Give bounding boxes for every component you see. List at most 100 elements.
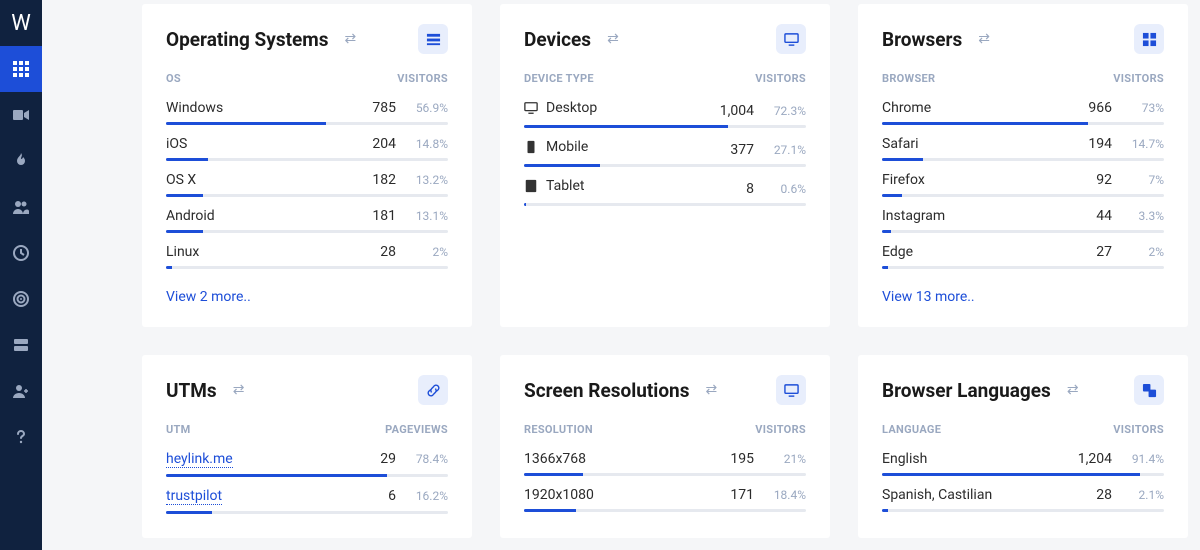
- table-row: Android18113.1%: [166, 199, 448, 235]
- col-value: PAGEVIEWS: [385, 423, 448, 436]
- resolutions-icon-badge[interactable]: [776, 375, 806, 405]
- row-label: Instagram: [882, 208, 1056, 224]
- table-row: Chrome96673%: [882, 91, 1164, 127]
- row-value: 1,004: [706, 103, 754, 119]
- swap-icon[interactable]: ⇄: [607, 31, 617, 47]
- card-title: UTMs: [166, 379, 217, 402]
- card-devices: Devices ⇄ DEVICE TYPE VISITORS Desktop1,…: [500, 4, 830, 327]
- row-label: Desktop: [546, 100, 698, 116]
- fire-icon: [13, 153, 29, 169]
- row-value: 377: [706, 142, 754, 158]
- devices-icon-badge[interactable]: [776, 24, 806, 54]
- progress-bar: [166, 266, 448, 269]
- row-label: Linux: [166, 244, 340, 260]
- row-value: 6: [348, 488, 396, 504]
- row-label: 1920x1080: [524, 487, 698, 503]
- row-percent: 14.8%: [404, 137, 448, 151]
- windows-icon: [1142, 32, 1157, 47]
- os-icon-badge[interactable]: [418, 24, 448, 54]
- row-label[interactable]: trustpilot: [166, 488, 222, 505]
- server-icon: [13, 337, 29, 353]
- card-resolutions: Screen Resolutions ⇄ RESOLUTION VISITORS…: [500, 355, 830, 538]
- swap-icon[interactable]: ⇄: [705, 382, 715, 398]
- row-percent: 16.2%: [404, 489, 448, 503]
- sidebar: W: [0, 0, 42, 550]
- progress-bar: [524, 509, 806, 512]
- rows-container: Windows78556.9%iOS20414.8%OS X18213.2%An…: [166, 91, 448, 271]
- sidebar-item-fire[interactable]: [0, 138, 42, 184]
- browsers-icon-badge[interactable]: [1134, 24, 1164, 54]
- sidebar-item-target[interactable]: [0, 276, 42, 322]
- progress-bar: [524, 164, 806, 167]
- sidebar-item-users[interactable]: [0, 184, 42, 230]
- progress-bar: [882, 473, 1164, 476]
- swap-icon[interactable]: ⇄: [978, 31, 988, 47]
- utm-icon-badge[interactable]: [418, 375, 448, 405]
- user-add-icon: [13, 383, 29, 399]
- swap-icon[interactable]: ⇄: [344, 31, 354, 47]
- col-label: DEVICE TYPE: [524, 72, 594, 85]
- card-title: Browser Languages: [882, 379, 1051, 402]
- table-row: OS X18213.2%: [166, 163, 448, 199]
- card-operating-systems: Operating Systems ⇄ OS VISITORS Windows7…: [142, 4, 472, 327]
- table-row: 1366x76819521%: [524, 442, 806, 478]
- table-row: Desktop 1,004 72.3%: [524, 91, 806, 130]
- row-label: iOS: [166, 136, 340, 152]
- card-title: Devices: [524, 28, 591, 51]
- row-percent: 3.3%: [1120, 209, 1164, 223]
- translate-icon: [1142, 383, 1157, 398]
- row-label: 1366x768: [524, 451, 698, 467]
- sidebar-item-dashboard[interactable]: [0, 46, 42, 92]
- progress-bar: [166, 122, 448, 125]
- sidebar-item-user-add[interactable]: [0, 368, 42, 414]
- users-icon: [13, 199, 29, 215]
- row-value: 966: [1064, 100, 1112, 116]
- swap-icon[interactable]: ⇄: [1067, 382, 1077, 398]
- card-languages: Browser Languages ⇄ LANGUAGE VISITORS En…: [858, 355, 1188, 538]
- rows-container: English1,20491.4%Spanish, Castilian282.1…: [882, 442, 1164, 514]
- row-label: Firefox: [882, 172, 1056, 188]
- clock-icon: [13, 245, 29, 261]
- view-more-link[interactable]: View 2 more..: [166, 289, 448, 305]
- desktop-icon: [784, 32, 799, 47]
- row-label: Safari: [882, 136, 1056, 152]
- table-row: 1920x108017118.4%: [524, 478, 806, 514]
- col-label: UTM: [166, 423, 191, 436]
- sidebar-item-server[interactable]: [0, 322, 42, 368]
- row-percent: 2.1%: [1120, 488, 1164, 502]
- col-label: RESOLUTION: [524, 423, 593, 436]
- rows-container: Chrome96673%Safari19414.7%Firefox927%Ins…: [882, 91, 1164, 271]
- monitor-icon: [784, 383, 799, 398]
- row-percent: 7%: [1120, 173, 1164, 187]
- progress-bar: [166, 194, 448, 197]
- row-label: OS X: [166, 172, 340, 188]
- row-value: 28: [348, 244, 396, 260]
- list-icon: [426, 32, 441, 47]
- row-percent: 2%: [1120, 245, 1164, 259]
- col-value: VISITORS: [1113, 423, 1164, 436]
- sidebar-item-clock[interactable]: [0, 230, 42, 276]
- table-row: Linux282%: [166, 235, 448, 271]
- table-row: Windows78556.9%: [166, 91, 448, 127]
- row-percent: 78.4%: [404, 452, 448, 466]
- swap-icon[interactable]: ⇄: [233, 382, 243, 398]
- row-value: 195: [706, 451, 754, 467]
- row-label[interactable]: heylink.me: [166, 451, 233, 468]
- card-title: Operating Systems: [166, 28, 328, 51]
- row-percent: 56.9%: [404, 101, 448, 115]
- progress-bar: [882, 122, 1164, 125]
- rows-container: Desktop1,00472.3%Mobile37727.1%Tablet80.…: [524, 91, 806, 208]
- row-label: Edge: [882, 244, 1056, 260]
- desktop-icon: [524, 101, 538, 115]
- progress-bar: [882, 158, 1164, 161]
- sidebar-item-video[interactable]: [0, 92, 42, 138]
- row-label: Chrome: [882, 100, 1056, 116]
- row-label: Mobile: [546, 139, 698, 155]
- languages-icon-badge[interactable]: [1134, 375, 1164, 405]
- progress-bar: [166, 511, 448, 514]
- row-value: 785: [348, 100, 396, 116]
- sidebar-item-help[interactable]: [0, 414, 42, 460]
- progress-bar: [524, 473, 806, 476]
- view-more-link[interactable]: View 13 more..: [882, 289, 1164, 305]
- row-percent: 72.3%: [762, 104, 806, 118]
